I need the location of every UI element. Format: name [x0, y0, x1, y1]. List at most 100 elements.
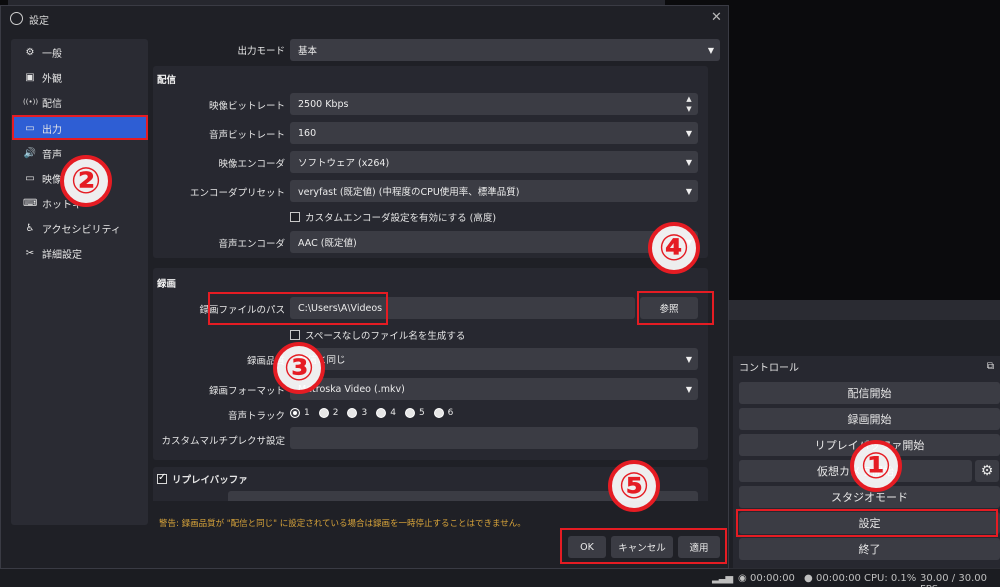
- video-bitrate-label: 映像ビットレート: [208, 101, 285, 112]
- output-settings-panel: 出力モード 基本 ▼ 配信 映像ビットレート 2500 Kbps ▲ ▼ 音声ビッ…: [150, 33, 722, 501]
- record-time: 00:00:00: [816, 573, 861, 584]
- audio-bitrate-value: 160: [298, 127, 317, 139]
- broadcast-icon: ((•)): [23, 98, 39, 106]
- audio-track-label: 音声トラック: [227, 411, 285, 422]
- annotation-number-4: ④: [648, 222, 700, 274]
- no-space-filename-checkbox[interactable]: スペースなしのファイル名を生成する: [290, 328, 465, 342]
- annotation-number-1: ①: [850, 440, 902, 492]
- radio-dot[interactable]: [376, 408, 387, 418]
- keyboard-icon: ⌨: [23, 197, 38, 209]
- sidebar-item-appearance[interactable]: ▣ 外観: [14, 66, 147, 88]
- radio-label: 4: [390, 408, 396, 418]
- audio-track-radio-5[interactable]: 5: [404, 408, 425, 418]
- audio-track-radio-2[interactable]: 2: [318, 408, 339, 418]
- radio-label: 5: [418, 408, 425, 418]
- chevron-down-icon: ▼: [685, 186, 693, 196]
- speaker-icon: 🔊: [23, 147, 37, 159]
- annotation-number-3: ③: [273, 342, 325, 394]
- encoder-preset-label: エンコーダプリセット: [189, 188, 285, 199]
- controls-dock-title: コントロール: [739, 362, 799, 374]
- radio-label: 6: [447, 408, 454, 418]
- audio-track-radio-1[interactable]: 1: [290, 408, 310, 418]
- audio-encoder-select[interactable]: AAC (既定値) ▼: [290, 231, 698, 253]
- annotation-box-settings: [736, 509, 998, 537]
- audio-encoder-label: 音声エンコーダ: [218, 239, 285, 250]
- radio-dot[interactable]: [433, 408, 444, 418]
- stream-time: 00:00:00: [750, 573, 795, 584]
- audio-track-radio-4[interactable]: 4: [376, 408, 396, 418]
- virtual-camera-gear-icon[interactable]: ⚙: [975, 460, 999, 482]
- video-bitrate-value: 2500 Kbps: [298, 98, 349, 110]
- replay-buffer-label: リプレイバッファ: [172, 475, 248, 486]
- obs-logo-icon: [10, 12, 23, 25]
- sidebar-item-label: 外観: [42, 73, 62, 85]
- audio-track-radio-6[interactable]: 6: [433, 408, 454, 418]
- checkbox-box[interactable]: [157, 472, 167, 484]
- chevron-down-icon: ▼: [685, 128, 693, 138]
- sidebar-item-accessibility[interactable]: ♿ アクセシビリティ: [14, 217, 147, 239]
- audio-encoder-value: AAC (既定値): [298, 238, 357, 249]
- fps-readout: 30.00 / 30.00 FPS: [920, 573, 987, 587]
- encoder-preset-select[interactable]: veryfast (既定値) (中程度のCPU使用率、標準品質) ▼: [290, 180, 698, 202]
- record-indicator-icon: ●: [804, 573, 813, 584]
- sidebar-item-tools[interactable]: ✂ 詳細設定: [14, 242, 147, 264]
- muxer-settings-label: カスタムマルチプレクサ設定: [161, 436, 285, 447]
- checkbox-box[interactable]: [290, 330, 300, 340]
- spin-arrows-icon[interactable]: ▲ ▼: [682, 94, 696, 114]
- encoder-preset-value: veryfast (既定値) (中程度のCPU使用率、標準品質): [298, 187, 520, 198]
- appearance-icon: ▣: [25, 71, 35, 83]
- recording-quality-label: 録画品質: [246, 356, 285, 367]
- exit-button[interactable]: 終了: [739, 538, 1000, 560]
- recording-format-select[interactable]: Matroska Video (.mkv) ▼: [290, 378, 698, 400]
- video-bitrate-spinbox[interactable]: 2500 Kbps ▲ ▼: [290, 93, 698, 115]
- start-recording-button[interactable]: 録画開始: [739, 408, 1000, 430]
- recording-format-label: 録画フォーマット: [208, 386, 285, 397]
- chevron-down-icon: ▼: [685, 157, 693, 167]
- undock-icon[interactable]: ⧉: [987, 361, 994, 372]
- close-icon[interactable]: ✕: [711, 10, 722, 25]
- warning-text: 警告: 録画品質が "配信と同じ" に設定されている場合は録画を一時停止すること…: [159, 519, 526, 529]
- sidebar-item-broadcast[interactable]: ((•)) 配信: [14, 91, 147, 113]
- sidebar-item-label: アクセシビリティ: [42, 224, 121, 236]
- signal-icon: ▂▃▅: [712, 573, 733, 584]
- output-mode-label: 出力モード: [237, 46, 285, 57]
- recording-section-title: 録画: [157, 279, 177, 290]
- custom-encoder-checkbox[interactable]: カスタムエンコーダ設定を有効にする (高度): [290, 210, 496, 224]
- controls-dock-header: コントロール ⧉: [733, 356, 1000, 376]
- sidebar-item-gear[interactable]: ⚙ 一般: [14, 41, 147, 63]
- cpu-usage: CPU: 0.1%: [864, 573, 917, 584]
- audio-track-radio-group: 1 2 3 4 5 6: [290, 408, 462, 418]
- annotation-box-output: [12, 115, 148, 140]
- radio-dot[interactable]: [318, 408, 329, 418]
- start-streaming-button[interactable]: 配信開始: [739, 382, 1000, 404]
- accessibility-icon: ♿: [25, 222, 35, 234]
- audio-track-radio-3[interactable]: 3: [347, 408, 367, 418]
- chevron-down-icon: ▼: [685, 384, 693, 394]
- sidebar-item-label: 音声: [42, 149, 62, 161]
- sidebar-item-label: 一般: [42, 48, 62, 60]
- recording-quality-select[interactable]: 配信と同じ ▼: [290, 348, 698, 370]
- annotation-number-2: ②: [60, 155, 112, 207]
- video-encoder-label: 映像エンコーダ: [218, 159, 285, 170]
- video-encoder-value: ソフトウェア (x264): [298, 158, 390, 169]
- audio-bitrate-select[interactable]: 160 ▼: [290, 122, 698, 144]
- annotation-number-5: ⑤: [608, 460, 660, 512]
- radio-dot[interactable]: [404, 408, 415, 418]
- no-space-check-label: スペースなしのファイル名を生成する: [305, 331, 466, 342]
- radio-dot[interactable]: [347, 408, 358, 418]
- video-encoder-select[interactable]: ソフトウェア (x264) ▼: [290, 151, 698, 173]
- dialog-titlebar: 設定 ✕: [1, 6, 728, 32]
- checkbox-box[interactable]: [290, 212, 300, 222]
- annotation-box-recording-path: [208, 292, 388, 325]
- dialog-title: 設定: [29, 16, 49, 27]
- replay-buffer-checkbox[interactable]: リプレイバッファ: [157, 472, 248, 486]
- custom-encoder-check-label: カスタムエンコーダ設定を有効にする (高度): [305, 213, 497, 224]
- output-mode-select[interactable]: 基本 ▼: [290, 39, 720, 61]
- output-mode-value: 基本: [298, 46, 318, 57]
- radio-label: 2: [332, 408, 339, 418]
- status-bar: ▂▃▅ ◉ 00:00:00 ● 00:00:00 CPU: 0.1% 30.0…: [0, 568, 1000, 587]
- radio-dot[interactable]: [290, 408, 300, 418]
- chevron-down-icon: ▼: [685, 354, 693, 364]
- gear-icon: ⚙: [25, 46, 35, 58]
- muxer-settings-input[interactable]: [290, 427, 698, 449]
